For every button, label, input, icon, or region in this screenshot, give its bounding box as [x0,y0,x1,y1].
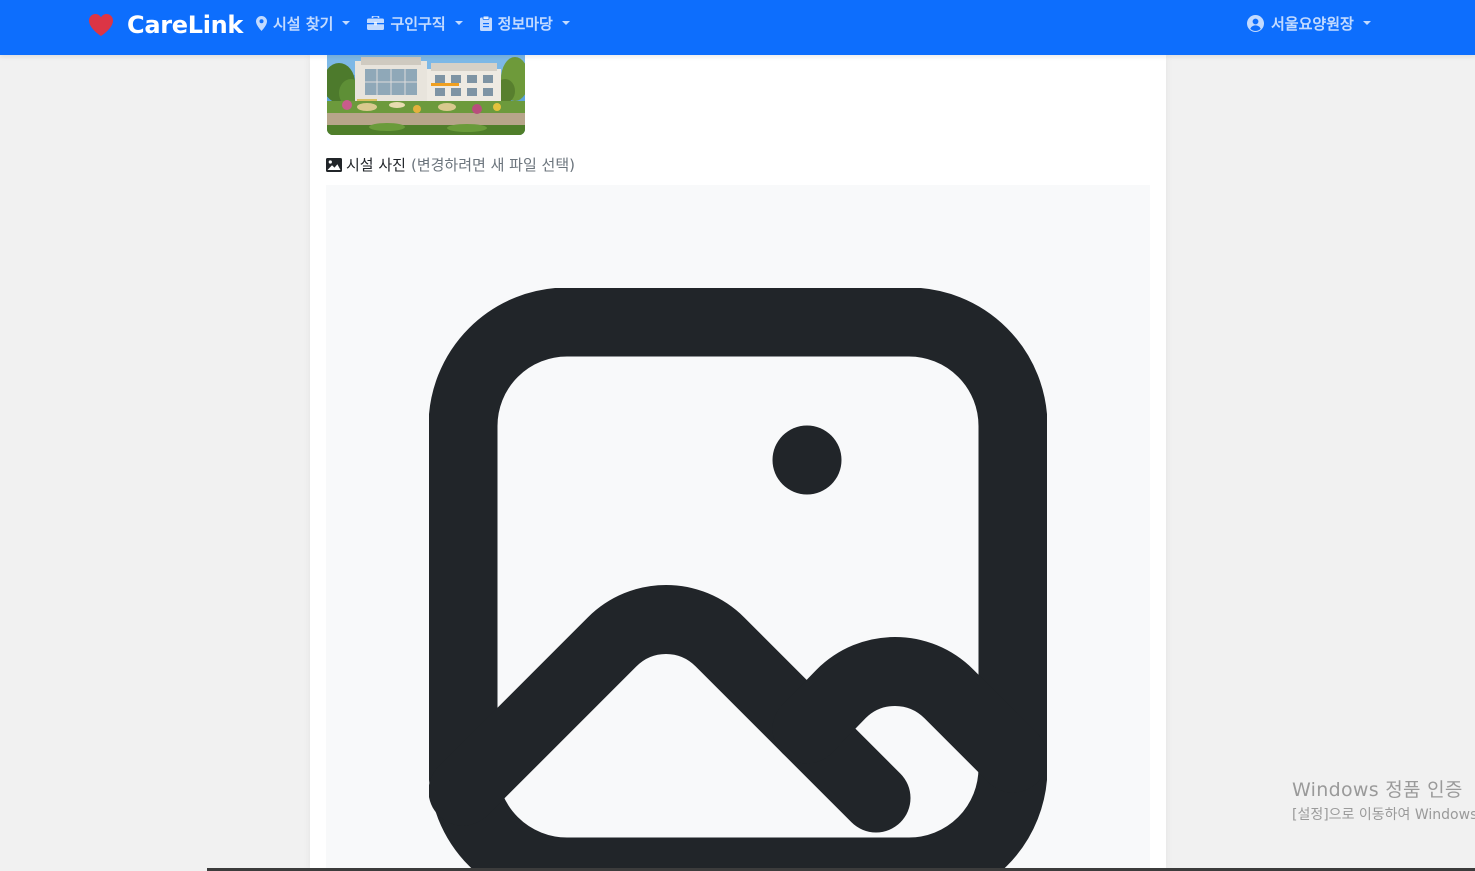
watermark-title: Windows 정품 인증 [1292,779,1463,801]
nav-find-facility[interactable]: 시설 찾기 [256,13,351,34]
user-menu[interactable]: 서울요양원장 [1247,12,1371,34]
nav-info[interactable]: 정보마당 [479,13,570,34]
top-navbar: CareLink 시설 찾기 구인구직 정보마당 서울요양원장 [0,0,1475,55]
map-marker-icon [256,15,267,31]
photo-field-label: 시설 사진 (변경하려면 새 파일 선택) [326,154,575,175]
chevron-down-icon [561,21,570,25]
facility-edit-card: 시설 사진 (변경하려면 새 파일 선택) [310,55,1166,871]
heart-icon [89,14,113,36]
briefcase-icon [367,16,385,30]
brand-link[interactable]: CareLink [88,10,243,40]
facility-building-image [327,55,525,135]
nav-find-facility-label: 시설 찾기 [273,14,334,33]
user-circle-icon [1247,14,1264,32]
watermark-subtitle: [설정]으로 이동하여 Windows [1292,807,1475,823]
photo-upload-preview[interactable] [326,185,1150,871]
nav-jobs-label: 구인구직 [390,14,446,33]
brand-name: CareLink [127,11,244,39]
chevron-down-icon [1362,21,1371,25]
chevron-down-icon [454,21,463,25]
image-placeholder-icon [429,288,1047,871]
main-nav: 시설 찾기 구인구직 정보마당 [256,12,587,34]
nav-jobs[interactable]: 구인구직 [367,13,463,34]
clipboard-icon [479,15,492,31]
photo-field-title: 시설 사진 [346,156,406,174]
image-icon [326,157,342,172]
user-name: 서울요양원장 [1271,14,1354,33]
nav-info-label: 정보마당 [497,14,553,33]
windows-activation-watermark: Windows 정품 인증 [설정]으로 이동하여 Windows [1292,775,1475,824]
current-facility-photo [327,55,525,135]
photo-field-hint: (변경하려면 새 파일 선택) [410,156,575,174]
chevron-down-icon [342,21,351,25]
